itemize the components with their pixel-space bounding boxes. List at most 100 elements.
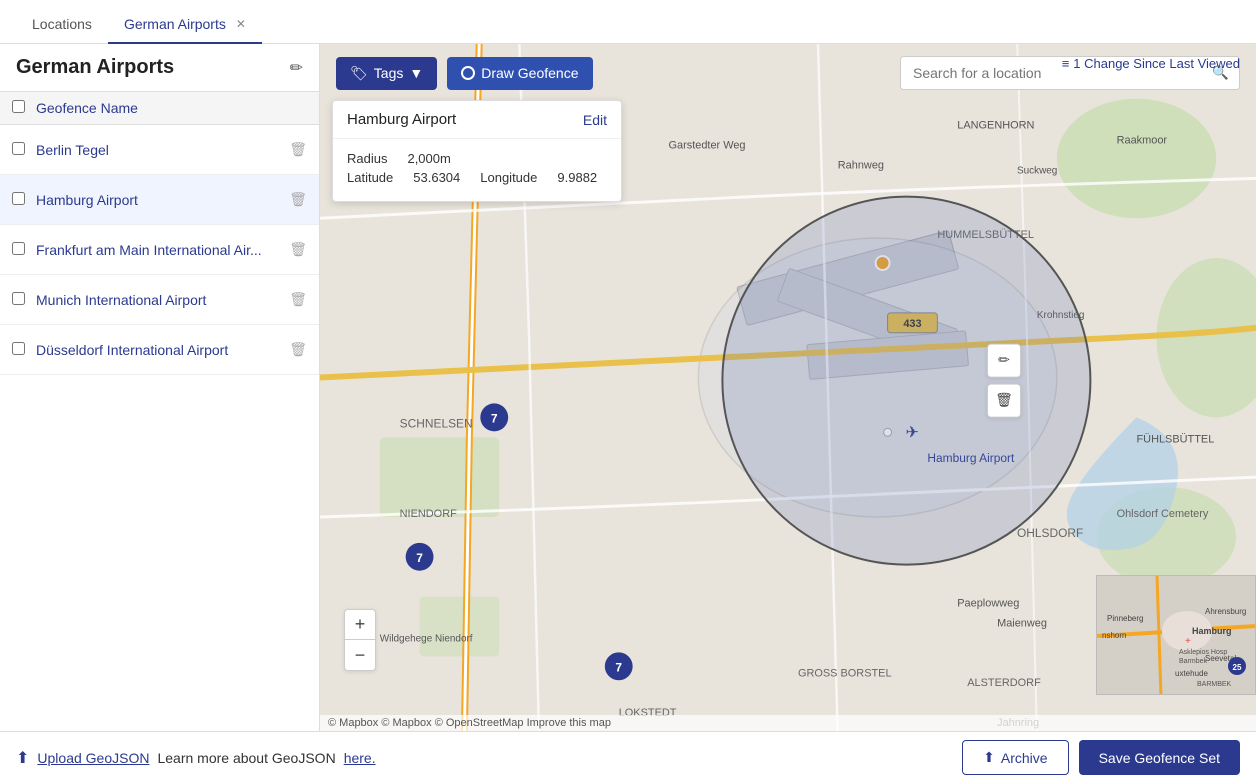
row-checkbox-2[interactable] [12, 192, 25, 205]
delete-icon-hamburg[interactable]: 🗑 [289, 191, 307, 208]
longitude-value: 9.9882 [557, 170, 597, 185]
list-item[interactable]: Düsseldorf International Airport 🗑 [0, 325, 319, 375]
archive-label: Archive [1001, 750, 1048, 766]
mapbox-logo: © Mapbox [328, 717, 378, 729]
bottom-right: ⬆ Archive Save Geofence Set [962, 740, 1240, 775]
svg-text:Garstedter Weg: Garstedter Weg [669, 140, 746, 152]
svg-text:Raakmoor: Raakmoor [1117, 135, 1168, 147]
svg-text:Maienweg: Maienweg [997, 617, 1047, 629]
svg-text:Hamburg: Hamburg [1192, 626, 1232, 636]
svg-text:nshorn: nshorn [1102, 631, 1126, 640]
list-item[interactable]: Hamburg Airport 🗑 [0, 175, 319, 225]
tab-locations-label: Locations [32, 16, 92, 32]
latitude-value: 53.6304 [413, 170, 460, 185]
zoom-in-button[interactable]: + [345, 610, 375, 640]
delete-icon-berlin[interactable]: 🗑 [289, 141, 307, 158]
edit-title-icon[interactable]: ✏ [290, 58, 303, 78]
tab-locations[interactable]: Locations [16, 6, 108, 44]
attribution-text: © Mapbox © OpenStreetMap Improve this ma… [381, 717, 611, 729]
column-header-name: Geofence Name [36, 100, 307, 116]
toolbar-left: 🏷 Tags ▼ Draw Geofence [336, 57, 593, 90]
svg-text:Barmbek: Barmbek [1179, 658, 1208, 665]
svg-text:LANGENHORN: LANGENHORN [957, 120, 1034, 132]
svg-text:+: + [1185, 636, 1191, 647]
tags-label: Tags [374, 65, 404, 81]
tab-german-airports[interactable]: German Airports ✕ [108, 6, 262, 44]
svg-text:BARMBEK: BARMBEK [1197, 681, 1232, 688]
svg-text:SCHNELSEN: SCHNELSEN [400, 416, 473, 430]
tab-close-icon[interactable]: ✕ [236, 17, 246, 31]
main-layout: German Airports ✏ Geofence Name Berlin T… [0, 44, 1256, 731]
learn-text: Learn more about GeoJSON [157, 750, 335, 766]
longitude-label: Longitude [480, 170, 537, 185]
geofence-table-header: Geofence Name [0, 92, 319, 125]
svg-text:Rahnweg: Rahnweg [838, 159, 884, 171]
svg-text:Krohnstieg: Krohnstieg [1037, 310, 1085, 321]
svg-text:HUMMELSBÜTTEL: HUMMELSBÜTTEL [937, 229, 1034, 241]
upload-icon: ⬆ [16, 748, 29, 768]
svg-text:NIENDORF: NIENDORF [400, 508, 457, 520]
latitude-label: Latitude [347, 170, 393, 185]
geofence-name-hamburg[interactable]: Hamburg Airport [36, 192, 289, 208]
map-edit-button[interactable]: ✏ [987, 343, 1021, 377]
radius-label: Radius [347, 151, 387, 166]
map-action-buttons: ✏ 🗑 [987, 343, 1021, 417]
radius-value: 2,000m [407, 151, 450, 166]
svg-text:Suckweg: Suckweg [1017, 165, 1057, 176]
delete-icon-dusseldorf[interactable]: 🗑 [289, 341, 307, 358]
mini-map[interactable]: Hamburg Pinneberg Ahrensburg Seevetal ns… [1096, 575, 1256, 695]
draw-geofence-label: Draw Geofence [481, 65, 578, 81]
svg-text:Paeplowweg: Paeplowweg [957, 598, 1019, 610]
row-checkbox-3[interactable] [12, 242, 25, 255]
svg-text:Wildgehege Niendorf: Wildgehege Niendorf [380, 633, 473, 644]
zoom-out-button[interactable]: − [345, 640, 375, 670]
save-geofence-set-button[interactable]: Save Geofence Set [1079, 740, 1240, 775]
tags-button[interactable]: 🏷 Tags ▼ [336, 57, 437, 90]
list-icon: ≡ [1062, 56, 1070, 71]
svg-text:Pinneberg: Pinneberg [1107, 614, 1143, 623]
svg-text:Ahrensburg: Ahrensburg [1205, 607, 1246, 616]
delete-icon-munich[interactable]: 🗑 [289, 291, 307, 308]
tags-dropdown-icon: ▼ [409, 65, 423, 81]
list-item[interactable]: Berlin Tegel 🗑 [0, 125, 319, 175]
geofence-name-munich[interactable]: Munich International Airport [36, 292, 289, 308]
sidebar-header: German Airports ✏ [0, 44, 319, 92]
learn-link[interactable]: here. [344, 750, 376, 766]
row-checkbox-1[interactable] [12, 142, 25, 155]
svg-text:7: 7 [416, 551, 423, 565]
map-container[interactable]: 7 7 7 433 SCHNELSEN NIENDORF HUMMELSBÜTT… [320, 44, 1256, 731]
delete-icon-frankfurt[interactable]: 🗑 [289, 241, 307, 258]
svg-text:Asklepios Hosp: Asklepios Hosp [1179, 649, 1227, 656]
geofence-name-berlin[interactable]: Berlin Tegel [36, 142, 289, 158]
svg-text:GROSS BORSTEL: GROSS BORSTEL [798, 667, 892, 679]
map-edit-icon: ✏ [998, 352, 1010, 369]
map-delete-button[interactable]: 🗑 [987, 383, 1021, 417]
svg-text:FÜHLSBÜTTEL: FÜHLSBÜTTEL [1137, 433, 1215, 445]
changes-notice: ≡ 1 Change Since Last Viewed [1062, 56, 1240, 71]
upload-label[interactable]: Upload GeoJSON [37, 750, 149, 766]
sidebar-title: German Airports [16, 56, 174, 79]
geofence-name-dusseldorf[interactable]: Düsseldorf International Airport [36, 342, 289, 358]
select-all-checkbox[interactable] [12, 100, 25, 113]
zoom-controls: + − [344, 609, 376, 671]
svg-text:Ohlsdorf Cemetery: Ohlsdorf Cemetery [1117, 508, 1209, 520]
list-item[interactable]: Munich International Airport 🗑 [0, 275, 319, 325]
geofence-name-frankfurt[interactable]: Frankfurt am Main International Air... [36, 242, 289, 258]
geofence-table: Geofence Name Berlin Tegel 🗑 Hamburg Air… [0, 92, 319, 731]
archive-icon: ⬆ [983, 749, 995, 766]
svg-text:25: 25 [1233, 663, 1242, 672]
row-checkbox-4[interactable] [12, 292, 25, 305]
list-item[interactable]: Frankfurt am Main International Air... 🗑 [0, 225, 319, 275]
popup-title: Hamburg Airport [347, 111, 456, 128]
svg-text:✈: ✈ [905, 424, 918, 441]
svg-text:uxtehude: uxtehude [1175, 669, 1208, 678]
svg-text:OHLSDORF: OHLSDORF [1017, 526, 1083, 540]
bottom-bar: ⬆ Upload GeoJSON Learn more about GeoJSO… [0, 731, 1256, 783]
popup-edit-link[interactable]: Edit [583, 112, 607, 128]
svg-text:433: 433 [903, 318, 921, 330]
row-checkbox-5[interactable] [12, 342, 25, 355]
mini-map-svg: Hamburg Pinneberg Ahrensburg Seevetal ns… [1097, 576, 1256, 695]
tabs-bar: Locations German Airports ✕ [0, 0, 1256, 44]
archive-button[interactable]: ⬆ Archive [962, 740, 1068, 775]
draw-geofence-button[interactable]: Draw Geofence [447, 57, 592, 90]
